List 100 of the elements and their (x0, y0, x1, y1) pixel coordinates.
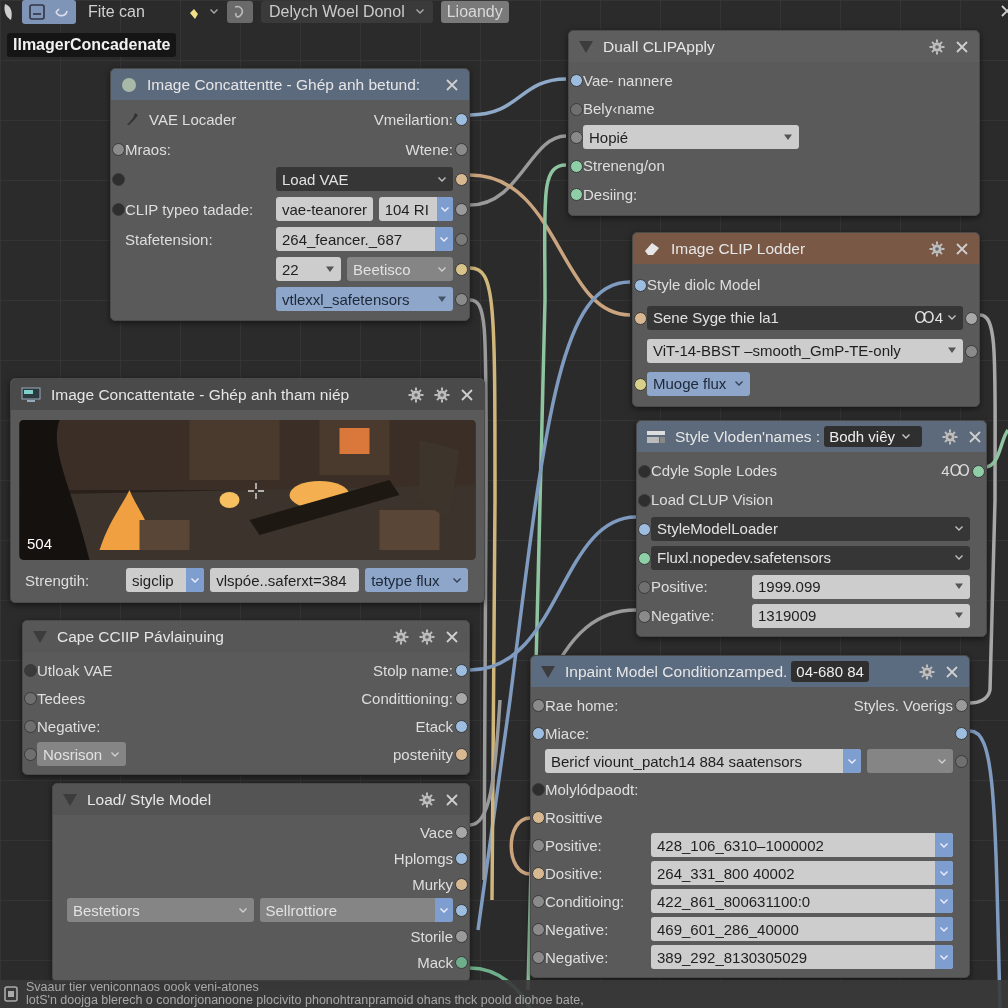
output-socket[interactable] (965, 344, 978, 358)
dropdown[interactable]: 469_601_286_40000 (651, 917, 953, 941)
input-socket[interactable] (24, 692, 37, 705)
node-panel[interactable]: Cape CCIIP Pávlaiṇuing Utloak VAE Stolp name: Tedees Condittioning: Negative: Etack Nosrison posteṅity (22, 620, 470, 775)
dropdown[interactable]: Bericf viount_patch14 884 saatensors (545, 749, 861, 773)
input-socket[interactable] (532, 895, 545, 908)
output-socket[interactable] (455, 720, 468, 733)
input-socket[interactable] (112, 143, 125, 156)
dropdown[interactable]: 264_feancer._687 (276, 227, 453, 251)
dropdown[interactable]: 428_106_6310–1000002 (651, 833, 953, 857)
dropdown[interactable]: ViT-14-BBST –smooth_GmP-TE-only (647, 338, 963, 363)
output-socket[interactable] (455, 203, 468, 216)
loop-icon[interactable] (226, 1, 253, 23)
input-socket[interactable] (638, 522, 651, 536)
input-socket[interactable] (634, 311, 647, 325)
dropdown[interactable]: 1319009 (752, 603, 970, 628)
node-header[interactable]: Inpaint Model Conditionzamped. 04-680 84 (531, 656, 969, 687)
settings-icon[interactable] (942, 428, 958, 445)
app-logo-icon[interactable] (2, 3, 14, 21)
header-dropdown[interactable]: Bodh viêy (824, 426, 922, 447)
settings-icon[interactable] (434, 386, 450, 403)
input-socket[interactable] (532, 839, 545, 852)
node-panel[interactable]: Load/ Style Model Vace Hplomgs Murky Bestetiors Sellrottiore Storile Mack (52, 783, 470, 982)
node-panel[interactable]: Image Concattentate - Ghép anh tham niép 504 Strengtih: sigclip vlspóe..saferxt=384 tətype flux (10, 378, 485, 603)
input-socket[interactable] (638, 551, 651, 565)
output-socket[interactable] (455, 173, 468, 186)
text-field[interactable]: vlspóe..saferxt=384 (210, 568, 360, 592)
input-socket[interactable] (570, 188, 583, 202)
output-socket[interactable] (455, 113, 468, 126)
dropdown[interactable]: 1999.099 (752, 574, 970, 599)
output-socket[interactable] (955, 727, 968, 740)
output-socket[interactable] (455, 143, 468, 156)
output-socket[interactable] (455, 233, 468, 246)
input-socket[interactable] (634, 278, 647, 292)
settings-icon[interactable] (393, 628, 409, 645)
node-header[interactable]: Image Concattentate - Ghép anh tham niép (11, 379, 484, 410)
input-socket[interactable] (532, 783, 545, 796)
input-socket[interactable] (638, 464, 651, 478)
input-socket[interactable] (634, 377, 647, 391)
input-socket[interactable] (112, 203, 125, 216)
dropdown[interactable]: StyleModelLoader (651, 516, 970, 541)
output-socket[interactable] (455, 263, 468, 276)
input-socket[interactable] (532, 699, 545, 712)
node-panel[interactable]: Image Concattentte - Ghép anh betund: VAE Locader Vmeilartion: Mraos: Wtene: Load VAE CLIP typeo tadade: vae-teanorer 104 RI Stafetension: 264_feancer._687 22 Beetisco vtlexxl_safetensors (110, 68, 470, 321)
input-socket[interactable] (532, 923, 545, 936)
node-header[interactable]: Style Vloden'names : Bodh viêy (637, 421, 986, 452)
input-socket[interactable] (570, 102, 583, 116)
node-panel[interactable]: Style Vloden'names : Bodh viêy Cdyle Sople Lodes 4Ꝏ Load CLUP Vision StyleModelLoader Fluxl.nopedev.safetensors Positive: 1999.099 Negative: 1319009 (636, 420, 987, 637)
node-header[interactable]: Image CLIP Lodder (633, 233, 979, 264)
output-socket[interactable] (455, 664, 468, 677)
close-icon[interactable] (955, 39, 969, 54)
input-socket[interactable] (570, 74, 583, 88)
input-socket[interactable] (532, 867, 545, 880)
settings-icon[interactable] (929, 38, 945, 55)
node-panel[interactable]: Duall CLIPApply Vae- nannere Bely‹name Hopié Streneng/on Desiing: (568, 30, 980, 216)
close-icon[interactable] (955, 241, 969, 256)
input-socket[interactable] (532, 811, 545, 824)
settings-icon[interactable] (929, 240, 945, 257)
text-field[interactable]: vae-teanorer (276, 197, 373, 221)
dropdown[interactable]: 264_331_800 40002 (651, 861, 953, 885)
input-socket[interactable] (532, 727, 545, 740)
output-socket[interactable] (455, 956, 468, 969)
node-header[interactable]: Image Concattentte - Ghép anh betund: (111, 69, 469, 100)
output-socket[interactable] (972, 464, 985, 478)
output-socket[interactable] (455, 748, 468, 761)
input-socket[interactable] (570, 159, 583, 173)
input-socket[interactable] (24, 748, 37, 761)
dropdown[interactable]: 22 (276, 257, 342, 281)
dropdown[interactable]: Muoge flux (647, 371, 751, 396)
input-socket[interactable] (532, 951, 545, 964)
output-socket[interactable] (965, 311, 978, 325)
settings-icon[interactable] (419, 791, 435, 808)
output-socket[interactable] (455, 878, 468, 891)
input-socket[interactable] (112, 173, 125, 186)
file-label[interactable]: Fite can (84, 3, 175, 21)
dropdown[interactable]: Load VAE (276, 167, 453, 191)
node-header[interactable]: Duall CLIPApply (569, 31, 979, 62)
output-socket[interactable] (455, 293, 468, 306)
dropdown[interactable]: 389_292_8130305029 (651, 945, 953, 969)
settings-icon[interactable] (419, 628, 435, 645)
output-socket[interactable] (955, 699, 968, 712)
settings-icon[interactable] (919, 663, 935, 680)
output-socket[interactable] (455, 826, 468, 839)
dropdown[interactable]: 422_861_800631100:0 (651, 889, 953, 913)
close-icon[interactable] (445, 629, 459, 644)
input-socket[interactable] (638, 493, 651, 507)
settings-icon[interactable] (408, 386, 424, 403)
dropdown[interactable]: 104 RI (378, 197, 453, 221)
input-socket[interactable] (24, 720, 37, 733)
save-icon[interactable] (28, 3, 46, 21)
dropdown[interactable]: vtlexxl_safetensors (276, 287, 453, 311)
workflow-dropdown[interactable]: Delych Woel Donol (260, 1, 433, 23)
input-socket[interactable] (638, 609, 651, 623)
header-dropdown[interactable]: 04-680 84 (791, 661, 869, 682)
dropdown[interactable]: tətype flux (365, 568, 468, 592)
dropdown[interactable]: Hopié (583, 125, 799, 150)
dropdown[interactable]: Fluxl.nopedev.safetensors (651, 545, 970, 570)
close-icon[interactable] (460, 387, 474, 402)
input-socket[interactable] (24, 664, 37, 677)
output-socket[interactable] (455, 904, 468, 917)
